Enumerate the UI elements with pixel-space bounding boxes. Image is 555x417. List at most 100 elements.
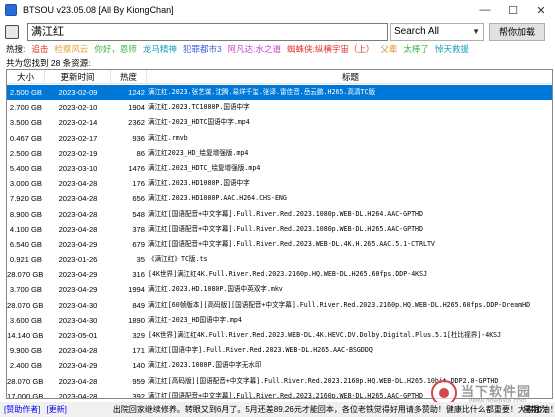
update-link[interactable]: [更新] xyxy=(46,404,66,415)
cell-size: 6.540 GB xyxy=(9,239,42,249)
title-bar: BTSOU v23.05.08 [All By KiongChan] — ☐ ✕ xyxy=(0,0,555,20)
cell-title: 满江红[国语配音+中文字幕].Full.River.Red.2023.1080p… xyxy=(148,209,423,218)
maximize-button[interactable]: ☐ xyxy=(499,0,527,20)
cell-hot: 171 xyxy=(132,346,145,356)
cell-title: 满江红.2023_HDTC_绘复增强版.mp4 xyxy=(148,163,261,172)
hot-search-item[interactable]: 犯罪都市3 xyxy=(183,43,222,55)
cell-title: [4K世界]满江红4K.Full.River.Red.2023.WEB-DL.4… xyxy=(148,331,502,339)
cell-date: 2023-02-10 xyxy=(58,103,98,113)
cell-date: 2023-05-01 xyxy=(58,331,98,340)
hot-search-item[interactable]: 你好，恩师 xyxy=(94,43,137,55)
chevron-down-icon: ▼ xyxy=(472,27,480,36)
table-row[interactable]: 28.070 GB 2023-04-30 849 满江红[60帧版本][高码版][国语… xyxy=(7,298,552,313)
cell-date: 2023-01-26 xyxy=(58,255,98,265)
cell-size: 3.700 GB xyxy=(9,285,42,295)
status-day: 星期六 xyxy=(523,405,547,414)
cell-size: 0.921 GB xyxy=(9,255,42,265)
cell-size: 28.070 GB xyxy=(7,376,44,386)
table-row[interactable]: 3.000 GB 2023-04-28 176 满江红.2023.HD1080P.国语… xyxy=(7,176,552,191)
table-row[interactable]: 4.100 GB 2023-04-28 378 满江红[国语配音+中文字幕].Full… xyxy=(7,222,552,237)
cell-title: [4K世界]满江红4K.Full.River.Red.2023.2160p.HQ… xyxy=(148,270,428,279)
column-header-hot[interactable]: 热度 xyxy=(111,70,147,84)
table-row[interactable]: 8.900 GB 2023-04-28 548 满江红[国语配音+中文字幕].Full… xyxy=(7,207,552,222)
hot-search-item[interactable]: 蜘蛛侠:纵横宇宙（上） xyxy=(287,43,374,55)
table-row[interactable]: 6.540 GB 2023-04-29 679 满江红[国语配音+中文字幕].Full… xyxy=(7,237,552,252)
table-row[interactable]: 2.400 GB 2023-04-29 140 满江红.2023.1080P.国语中字… xyxy=(7,358,552,373)
cell-date: 2023-04-28 xyxy=(58,376,98,386)
cell-title: 满江红[国语中字].Full.River.Red.2023.WEB-DL.H26… xyxy=(148,346,373,355)
cell-size: 5.400 GB xyxy=(9,163,42,173)
cell-size: 0.467 GB xyxy=(9,133,42,143)
table-header: 大小 更新时间 热度 标题 xyxy=(7,70,552,84)
hot-search-bar: 热搜: 追击 检察风云 你好，恩师 龙马精神 犯罪都市3 阿凡达:水之道 蜘蛛侠:纵横宇宙（… xyxy=(0,43,555,55)
column-header-title[interactable]: 标题 xyxy=(147,70,552,84)
cell-title: 满江红2023_HD_绘复增强版.mp4 xyxy=(148,148,249,157)
window-title: BTSOU v23.05.08 [All By KiongChan] xyxy=(23,5,174,15)
cell-date: 2023-04-28 xyxy=(58,179,98,189)
hot-search-item[interactable]: 龙马精神 xyxy=(143,43,177,55)
cell-size: 7.920 GB xyxy=(9,194,42,204)
cell-date: 2023-02-09 xyxy=(58,88,98,97)
hot-search-item[interactable]: 太棒了 xyxy=(403,43,429,55)
help-load-button[interactable]: 帮你加载 xyxy=(489,23,545,41)
close-button[interactable]: ✕ xyxy=(527,0,555,20)
cell-size: 3.000 GB xyxy=(9,179,42,189)
cell-size: 4.100 GB xyxy=(9,224,42,234)
table-row[interactable]: 0.921 GB 2023-01-26 35 《满江红》TC版.ts xyxy=(7,252,552,267)
cell-hot: 1476 xyxy=(128,163,145,173)
search-input[interactable]: 满江红 xyxy=(27,23,388,41)
cell-size: 17.000 GB xyxy=(7,391,44,399)
cell-hot: 316 xyxy=(132,270,145,280)
cell-title: 满江红.2023.HD1080P.国语中字 xyxy=(148,179,250,188)
cell-hot: 959 xyxy=(132,376,145,386)
cell-size: 3.600 GB xyxy=(9,315,42,325)
cell-size: 9.900 GB xyxy=(9,346,42,356)
clear-search-icon[interactable] xyxy=(5,25,19,39)
sponsor-author-link[interactable]: [赞助作者] xyxy=(4,404,40,415)
cell-date: 2023-04-29 xyxy=(58,270,98,280)
table-row[interactable]: 14.140 GB 2023-05-01 329 [4K世界]满江红4K.Full.R… xyxy=(7,328,552,343)
cell-date: 2023-04-28 xyxy=(58,209,98,219)
hot-search-item[interactable]: 阿凡达:水之道 xyxy=(228,43,281,55)
table-row[interactable]: 9.900 GB 2023-04-28 171 满江红[国语中字].Full.Rive… xyxy=(7,343,552,358)
cell-date: 2023-04-28 xyxy=(58,346,98,356)
cell-title: 满江红-2023_HDTC国语中字.mp4 xyxy=(148,118,250,127)
hot-search-item[interactable]: 追击 xyxy=(31,43,48,55)
minimize-button[interactable]: — xyxy=(471,0,499,20)
table-row[interactable]: 7.920 GB 2023-04-28 656 满江红.2023.HD1080P.AA… xyxy=(7,191,552,206)
cell-date: 2023-02-17 xyxy=(58,133,98,143)
cell-date: 2023-02-19 xyxy=(58,148,98,158)
hot-search-item[interactable]: 悼天救援 xyxy=(435,43,469,55)
cell-title: 满江红.2023.HD1080P.AAC.H264.CHS-ENG xyxy=(148,194,287,203)
hot-search-label: 热搜: xyxy=(6,44,26,54)
results-count: 共为您找到 28 条资源: xyxy=(6,58,91,68)
cell-title: 《满江红》TC版.ts xyxy=(148,255,208,264)
table-row[interactable]: 3.600 GB 2023-04-30 1890 满江红-2023_HD国语中字.mp… xyxy=(7,313,552,328)
table-row[interactable]: 28.070 GB 2023-04-29 316 [4K世界]满江红4K.Full.R… xyxy=(7,267,552,282)
cell-date: 2023-04-29 xyxy=(58,285,98,295)
search-mode-select[interactable]: Search All ▼ xyxy=(390,23,484,41)
cell-hot: 329 xyxy=(132,331,145,340)
table-row[interactable]: 3.500 GB 2023-02-14 2362 满江红-2023_HDTC国语中字.… xyxy=(7,115,552,130)
table-row[interactable]: 5.400 GB 2023-03-10 1476 满江红.2023_HDTC_绘复增强… xyxy=(7,161,552,176)
cell-size: 2.400 GB xyxy=(9,361,42,371)
cell-hot: 1904 xyxy=(128,103,145,113)
table-row[interactable]: 3.700 GB 2023-04-29 1994 满江红.2023.HD.1080P.… xyxy=(7,282,552,297)
hot-search-item[interactable]: 检察风云 xyxy=(54,43,88,55)
cell-title: 满江红.rmvb xyxy=(148,133,188,142)
table-row[interactable]: 2.500 GB 2023-02-09 1242 满江红.2023.张艺谋.沈腾.易烊… xyxy=(7,85,552,101)
cell-title: 满江红.2023.TC1080P.国语中字 xyxy=(148,103,250,112)
hot-search-item[interactable]: 父辈 xyxy=(380,43,397,55)
column-header-date[interactable]: 更新时间 xyxy=(45,70,111,84)
column-header-size[interactable]: 大小 xyxy=(7,70,45,84)
table-row[interactable]: 0.467 GB 2023-02-17 936 满江红.rmvb xyxy=(7,131,552,146)
cell-hot: 140 xyxy=(132,361,145,371)
cell-title: 满江红[国语配音+中文字幕].Full.River.Red.2023.1080p… xyxy=(148,224,423,233)
cell-hot: 656 xyxy=(132,194,145,204)
table-row[interactable]: 2.500 GB 2023-02-19 86 满江红2023_HD_绘复增强版.mp4 xyxy=(7,146,552,161)
cell-date: 2023-04-29 xyxy=(58,239,98,249)
cell-date: 2023-03-10 xyxy=(58,163,98,173)
table-row[interactable]: 2.700 GB 2023-02-10 1904 满江红.2023.TC1080P.国… xyxy=(7,100,552,115)
cell-title: 满江红-2023_HD国语中字.mp4 xyxy=(148,315,242,324)
cell-hot: 35 xyxy=(136,255,145,265)
